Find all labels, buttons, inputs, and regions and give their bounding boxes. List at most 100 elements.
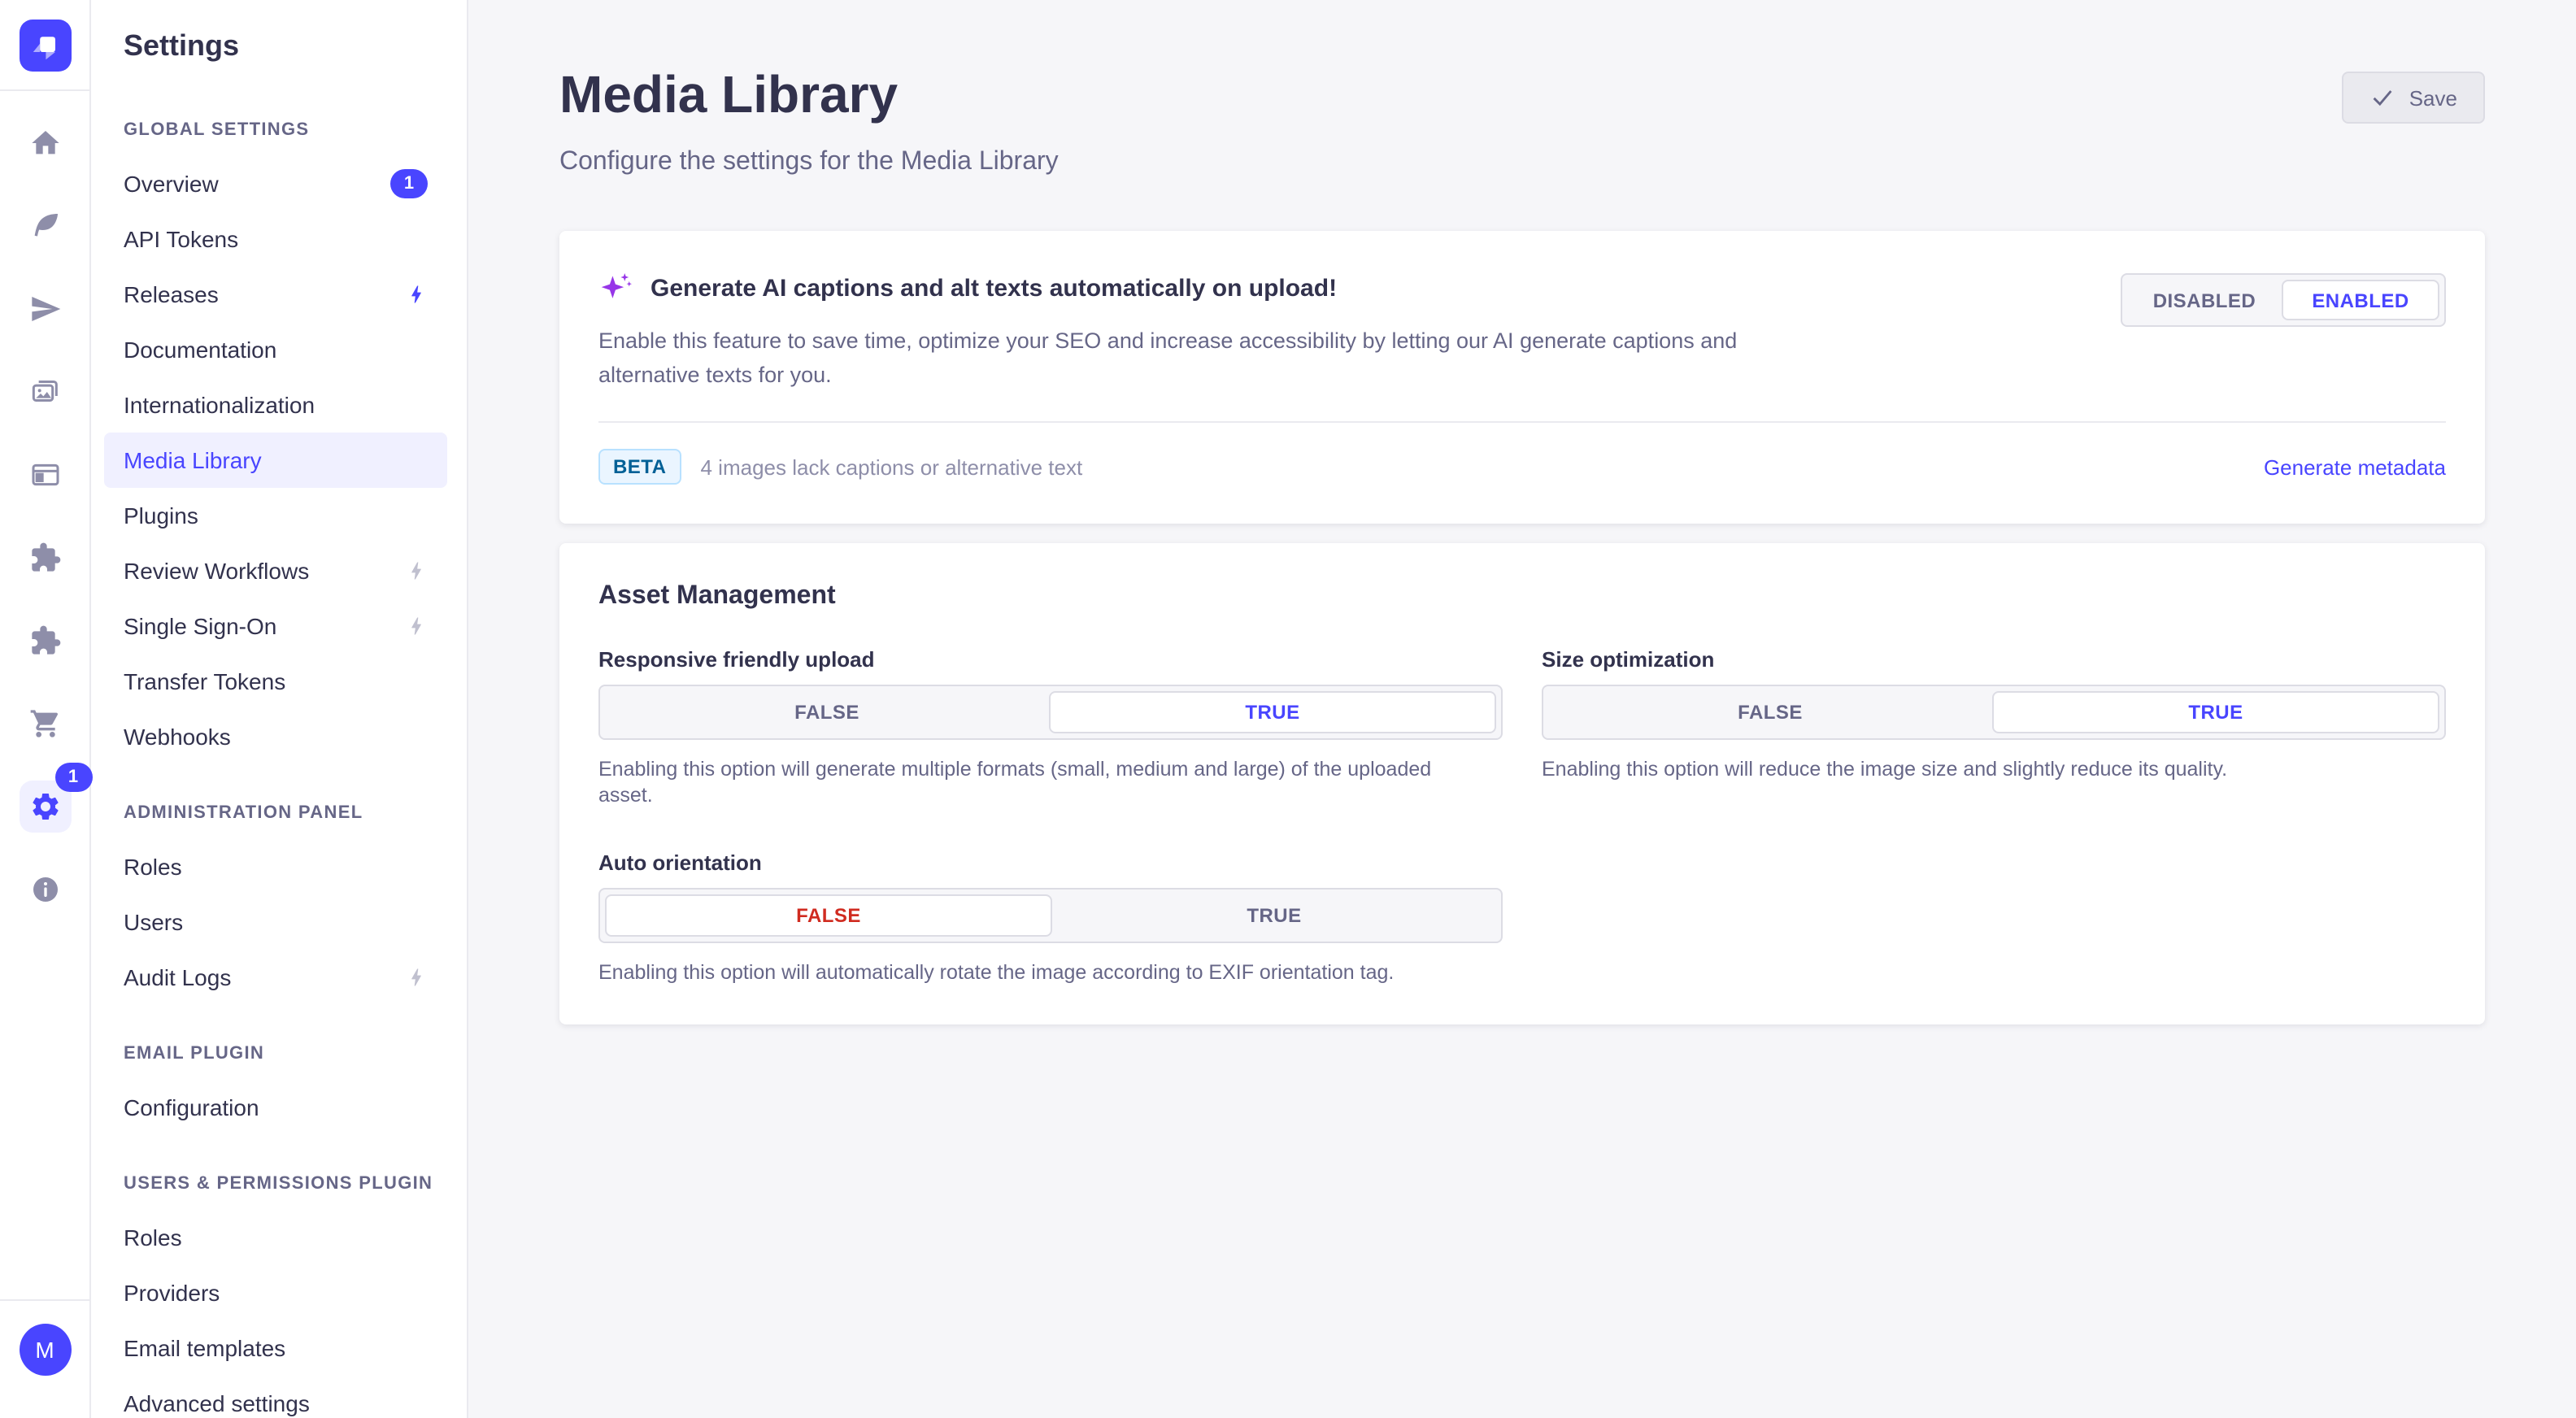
- media-library-rail-button[interactable]: [28, 376, 61, 408]
- home-icon: [28, 127, 61, 159]
- sidebar-item-single-sign-on[interactable]: Single Sign-On: [104, 598, 447, 654]
- field-label: Auto orientation: [598, 850, 1503, 875]
- check-icon: [2370, 85, 2396, 111]
- auto-orientation-toggle: FALSE TRUE: [598, 888, 1503, 943]
- users-permissions-list: Roles Providers Email templates Advanced…: [91, 1210, 467, 1418]
- generate-metadata-link[interactable]: Generate metadata: [2264, 455, 2446, 479]
- field-auto-orientation: Auto orientation FALSE TRUE Enabling thi…: [598, 850, 1503, 985]
- banner-text-block: Generate AI captions and alt texts autom…: [598, 270, 1795, 392]
- puzzle-icon: [28, 624, 61, 657]
- rail-header: [0, 0, 89, 91]
- responsive-upload-toggle: FALSE TRUE: [598, 685, 1503, 740]
- ai-sparkle-icon: [598, 270, 634, 306]
- rail-footer: M: [0, 1299, 89, 1418]
- gear-icon: [28, 790, 61, 823]
- sidebar-item-internationalization[interactable]: Internationalization: [104, 377, 447, 433]
- home-button[interactable]: [28, 127, 61, 159]
- sidebar-item-plugins[interactable]: Plugins: [104, 488, 447, 543]
- content-manager-button[interactable]: [28, 210, 61, 242]
- global-settings-list: Overview 1 API Tokens Releases Documenta…: [91, 156, 467, 764]
- puzzle-icon: [28, 542, 61, 574]
- main-content: Media Library Configure the settings for…: [468, 0, 2576, 1418]
- sidebar-item-email-templates[interactable]: Email templates: [104, 1320, 447, 1376]
- asset-management-title: Asset Management: [598, 582, 2446, 611]
- section-label-users-permissions-plugin: USERS & PERMISSIONS PLUGIN: [91, 1158, 467, 1210]
- paper-plane-icon: [28, 293, 61, 325]
- field-responsive-friendly-upload: Responsive friendly upload FALSE TRUE En…: [598, 647, 1503, 808]
- sidebar-item-media-library[interactable]: Media Library: [104, 433, 447, 488]
- toggle-false-option[interactable]: FALSE: [1548, 691, 1992, 733]
- section-label-email-plugin: EMAIL PLUGIN: [91, 1028, 467, 1080]
- sidebar-item-documentation[interactable]: Documentation: [104, 322, 447, 377]
- sidebar-item-users[interactable]: Users: [104, 894, 447, 950]
- toggle-true-option[interactable]: TRUE: [1992, 691, 2439, 733]
- lightning-icon: [405, 559, 428, 582]
- layout-panel-icon: [28, 459, 61, 491]
- sidebar-header: Settings: [91, 0, 467, 91]
- administration-panel-list: Roles Users Audit Logs: [91, 839, 467, 1005]
- page-subtitle: Configure the settings for the Media Lib…: [559, 148, 1059, 177]
- avatar[interactable]: M: [19, 1324, 71, 1376]
- sidebar-title: Settings: [124, 28, 239, 63]
- ai-captions-banner: Generate AI captions and alt texts autom…: [559, 231, 2485, 524]
- feather-pen-icon: [28, 210, 61, 242]
- ai-enabled-toggle: DISABLED ENABLED: [2121, 273, 2446, 327]
- lightning-icon: [405, 966, 428, 989]
- toggle-true-option[interactable]: TRUE: [1049, 691, 1496, 733]
- save-button[interactable]: Save: [2343, 72, 2485, 124]
- field-hint: Enabling this option will generate multi…: [598, 756, 1490, 808]
- sidebar-scroll-area: GLOBAL SETTINGS Overview 1 API Tokens Re…: [91, 91, 467, 1418]
- purchase-button[interactable]: [28, 707, 61, 740]
- strapi-admin-app: 1 M Settings GLOBAL SETTINGS Overview 1: [0, 0, 2576, 1418]
- marketplace-button[interactable]: [28, 624, 61, 657]
- sidebar-item-overview[interactable]: Overview 1: [104, 156, 447, 211]
- banner-top-row: Generate AI captions and alt texts autom…: [598, 270, 2446, 392]
- page-header: Media Library Configure the settings for…: [559, 65, 2485, 177]
- asset-management-card: Asset Management Responsive friendly upl…: [559, 543, 2485, 1024]
- lightning-icon: [405, 615, 428, 637]
- field-hint: Enabling this option will reduce the ima…: [1542, 756, 2433, 782]
- field-hint: Enabling this option will automatically …: [598, 959, 1490, 985]
- sidebar-item-api-tokens[interactable]: API Tokens: [104, 211, 447, 267]
- info-button[interactable]: [28, 873, 61, 906]
- sidebar-item-webhooks[interactable]: Webhooks: [104, 709, 447, 764]
- asset-fields-grid: Responsive friendly upload FALSE TRUE En…: [598, 647, 2446, 985]
- toggle-true-option[interactable]: TRUE: [1052, 894, 1496, 937]
- banner-title: Generate AI captions and alt texts autom…: [651, 274, 1337, 302]
- pictures-icon: [28, 376, 61, 408]
- page-header-text: Media Library Configure the settings for…: [559, 65, 1059, 177]
- shopping-cart-icon: [28, 707, 61, 740]
- sidebar-item-releases[interactable]: Releases: [104, 267, 447, 322]
- beta-badge: BETA: [598, 449, 681, 485]
- section-label-administration-panel: ADMINISTRATION PANEL: [91, 787, 467, 839]
- sidebar-item-configuration[interactable]: Configuration: [104, 1080, 447, 1135]
- toggle-disabled-option[interactable]: DISABLED: [2127, 280, 2282, 320]
- banner-title-row: Generate AI captions and alt texts autom…: [598, 270, 1795, 306]
- toggle-false-option[interactable]: FALSE: [605, 894, 1052, 937]
- toggle-enabled-option[interactable]: ENABLED: [2282, 280, 2439, 320]
- sidebar-item-audit-logs[interactable]: Audit Logs: [104, 950, 447, 1005]
- strapi-logo-icon[interactable]: [19, 19, 71, 71]
- plugins-button[interactable]: [28, 542, 61, 574]
- sidebar-item-up-roles[interactable]: Roles: [104, 1210, 447, 1265]
- lightning-icon: [405, 283, 428, 306]
- overview-badge: 1: [390, 169, 428, 198]
- sidebar-item-providers[interactable]: Providers: [104, 1265, 447, 1320]
- sidebar-item-review-workflows[interactable]: Review Workflows: [104, 543, 447, 598]
- sidebar-item-advanced-settings[interactable]: Advanced settings: [104, 1376, 447, 1418]
- field-size-optimization: Size optimization FALSE TRUE Enabling th…: [1542, 647, 2446, 808]
- content-type-builder-button[interactable]: [28, 459, 61, 491]
- nav-rail: 1 M: [0, 0, 91, 1418]
- rail-icon-list: 1: [0, 91, 89, 906]
- toggle-false-option[interactable]: FALSE: [605, 691, 1049, 733]
- strapi-logo-glyph: [25, 25, 64, 64]
- field-label: Size optimization: [1542, 647, 2446, 672]
- sidebar-item-admin-roles[interactable]: Roles: [104, 839, 447, 894]
- settings-rail-button[interactable]: 1: [19, 781, 71, 833]
- deploy-button[interactable]: [28, 293, 61, 325]
- sidebar-item-transfer-tokens[interactable]: Transfer Tokens: [104, 654, 447, 709]
- banner-description: Enable this feature to save time, optimi…: [598, 324, 1795, 392]
- section-label-global-settings: GLOBAL SETTINGS: [91, 104, 467, 156]
- info-icon: [28, 873, 61, 906]
- page-title: Media Library: [559, 65, 1059, 124]
